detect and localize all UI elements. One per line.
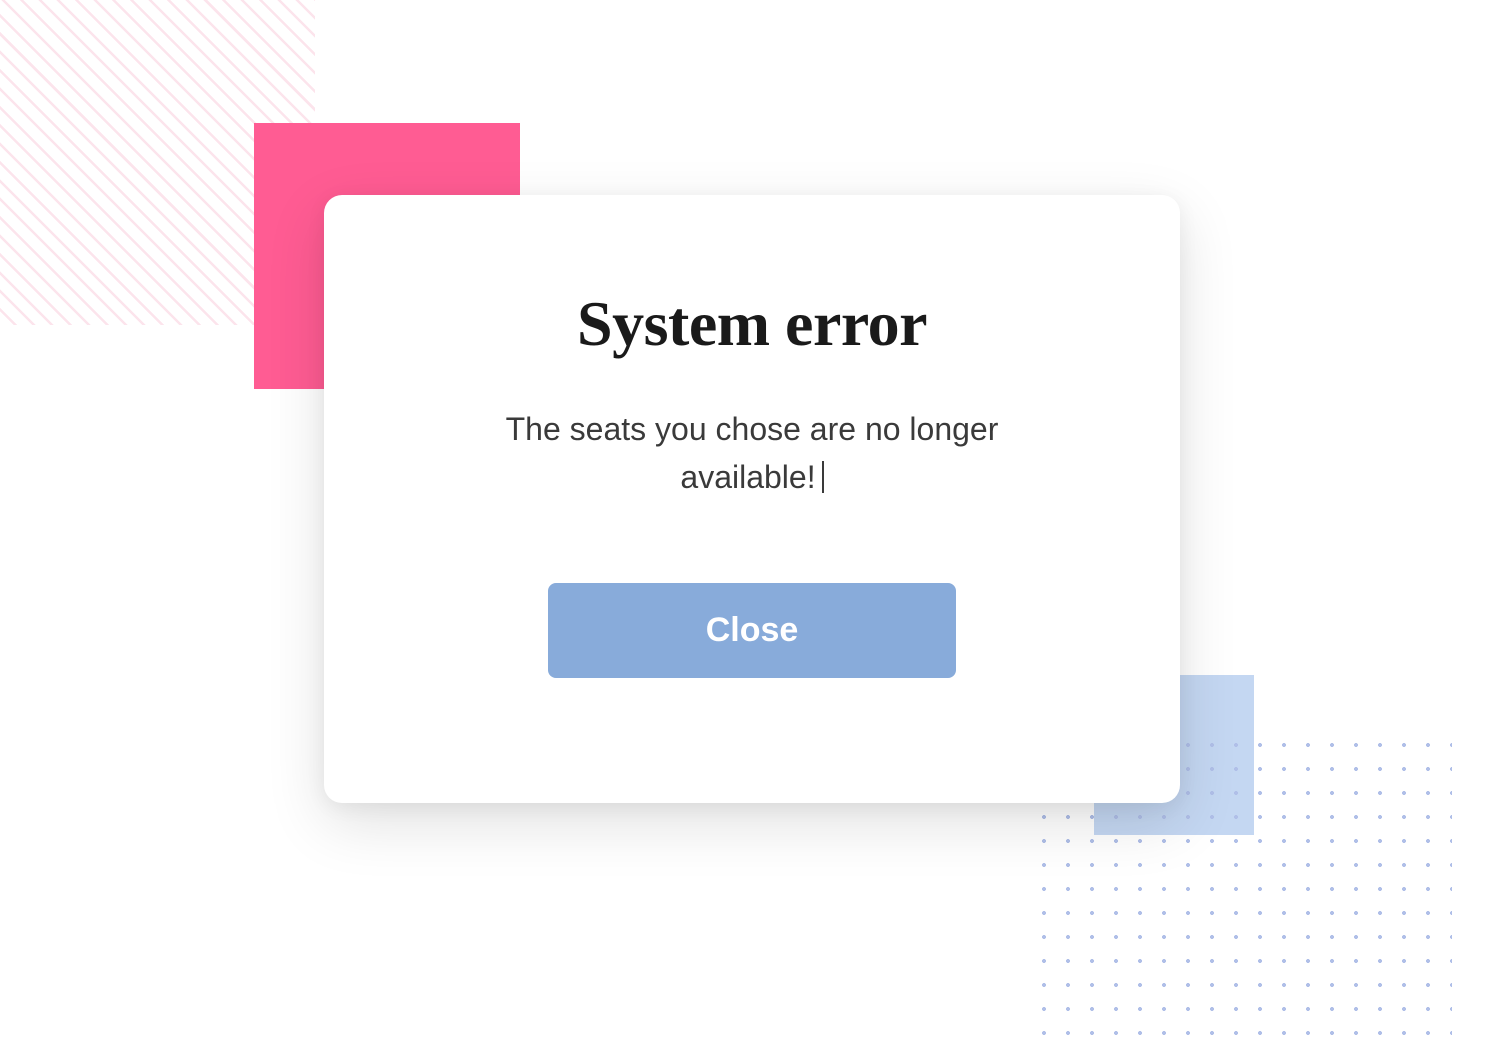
text-cursor-icon <box>822 461 824 493</box>
modal-message-text: The seats you chose are no longer availa… <box>506 411 999 495</box>
modal-message: The seats you chose are no longer availa… <box>492 405 1012 501</box>
error-modal: System error The seats you chose are no … <box>324 195 1180 803</box>
modal-title: System error <box>577 287 927 361</box>
close-button[interactable]: Close <box>548 583 956 678</box>
